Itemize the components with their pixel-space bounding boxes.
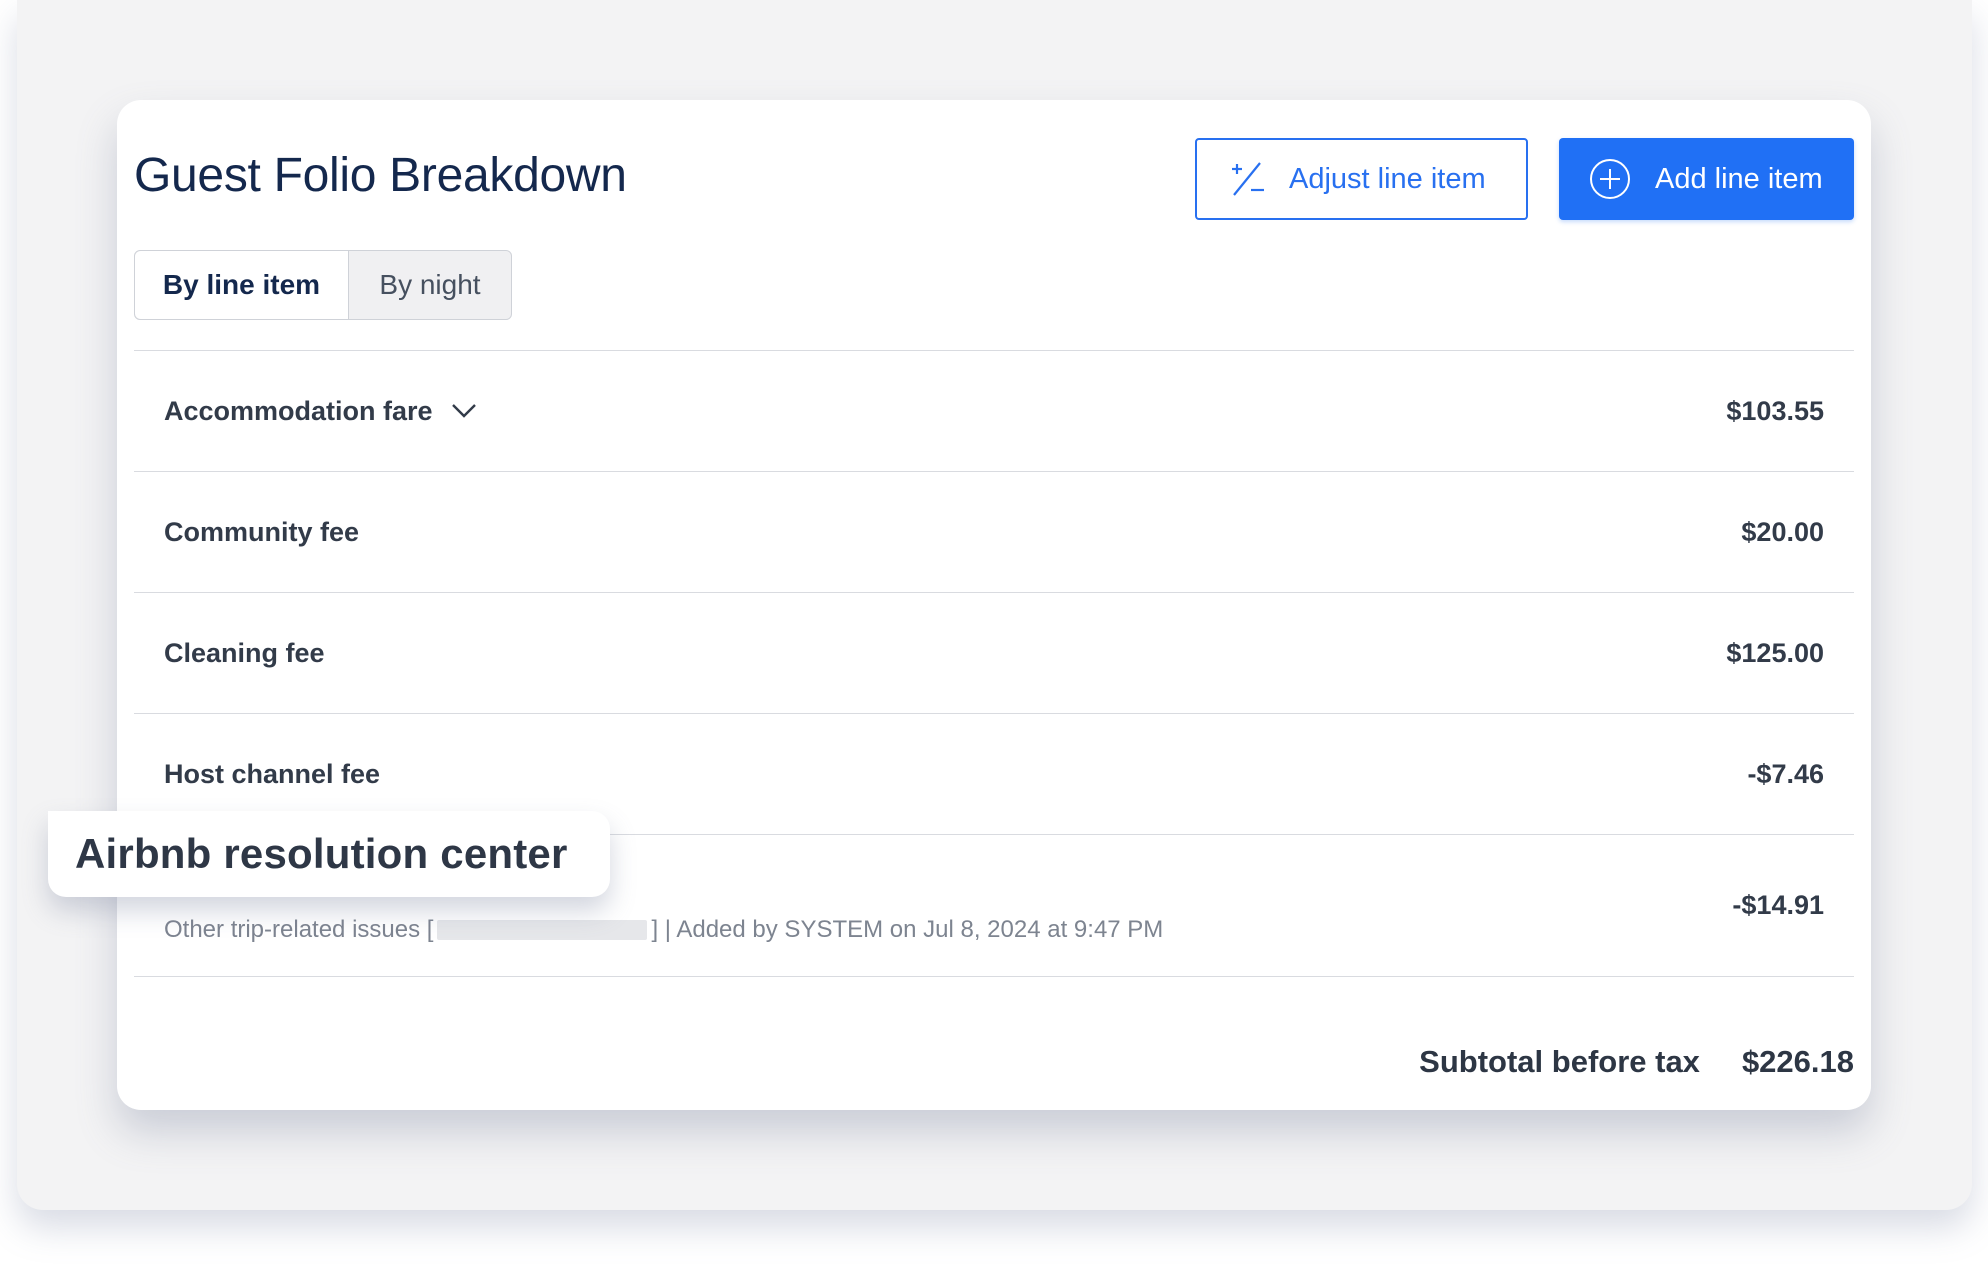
line-item-row: Cleaning fee $125.00	[134, 592, 1854, 713]
plus-minus-icon	[1232, 162, 1264, 196]
redacted-block	[437, 920, 648, 940]
chevron-down-icon[interactable]	[451, 403, 477, 419]
line-item-note: Other trip-related issues [ ] | Added by…	[164, 916, 1163, 944]
note-prefix: Other trip-related issues [	[164, 916, 434, 943]
highlight-callout: Airbnb resolution center	[48, 811, 610, 897]
add-line-item-label: Add line item	[1655, 162, 1823, 195]
view-toggle: By line item By night	[134, 250, 512, 320]
line-item-label: Cleaning fee	[164, 637, 325, 668]
add-line-item-button[interactable]: Add line item	[1559, 138, 1854, 220]
subtotal-amount: $226.18	[1741, 1044, 1854, 1079]
line-item-amount: -$14.91	[1732, 890, 1824, 920]
line-item-label-wrap: Accommodation fare	[164, 396, 477, 427]
line-item-label: Host channel fee	[164, 758, 381, 789]
toggle-by-line-item[interactable]: By line item	[135, 251, 349, 319]
line-item-label: Community fee	[164, 516, 360, 547]
note-suffix: ] | Added by SYSTEM on Jul 8, 2024 at 9:…	[651, 916, 1164, 943]
line-item-amount: $103.55	[1726, 395, 1824, 426]
adjust-line-item-label: Adjust line item	[1289, 162, 1486, 195]
page-title: Guest Folio Breakdown	[134, 149, 627, 202]
callout-label: Airbnb resolution center	[75, 830, 568, 877]
line-item-amount: $20.00	[1741, 516, 1824, 547]
subtotal-label: Subtotal before tax	[1419, 1044, 1700, 1079]
subtotal: Subtotal before tax $226.18	[1419, 1044, 1854, 1080]
line-item-amount: -$7.46	[1747, 758, 1824, 789]
adjust-line-item-button[interactable]: Adjust line item	[1195, 138, 1528, 220]
folio-card: Guest Folio Breakdown Adjust line item A…	[117, 100, 1871, 1110]
line-item-row: Accommodation fare $103.55	[134, 350, 1854, 471]
line-item-label: Accommodation fare	[164, 395, 433, 426]
toggle-by-night[interactable]: By night	[349, 251, 511, 319]
plus-circle-icon	[1590, 159, 1630, 199]
line-item-amount: $125.00	[1726, 637, 1824, 668]
line-item-row: Community fee $20.00	[134, 471, 1854, 592]
